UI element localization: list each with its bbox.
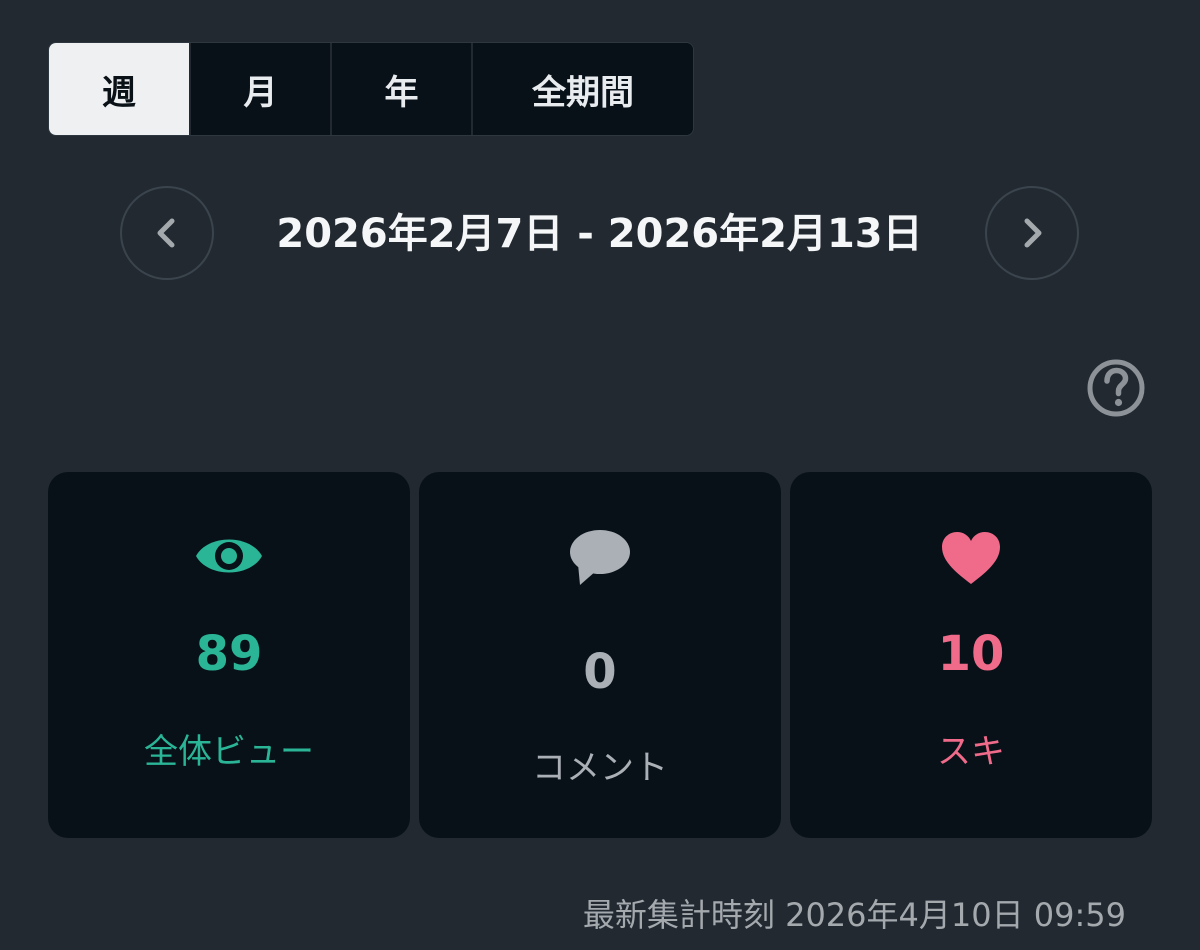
comment-bubble-icon [570,530,630,585]
period-tabs: 週 月 年 全期間 [48,42,694,136]
likes-label: スキ [937,732,1005,772]
next-period-button[interactable] [985,186,1079,280]
help-button[interactable] [1086,358,1146,418]
comments-card: 0 コメント [419,472,781,838]
previous-period-button[interactable] [120,186,214,280]
last-updated: 最新集計時刻 2026年4月10日 09:59 [583,890,1126,936]
comments-value: 0 [583,644,617,700]
question-circle-icon [1087,359,1145,417]
chevron-left-icon [157,218,175,248]
heart-icon [942,532,1000,584]
chevron-right-icon [1024,218,1042,248]
likes-card: 10 スキ [790,472,1152,838]
views-label: 全体ビュー [144,732,314,772]
last-updated-time: 2026年4月10日 09:59 [785,896,1126,934]
last-updated-label: 最新集計時刻 [582,896,775,934]
comments-label: コメント [532,748,668,788]
tab-year[interactable]: 年 [330,43,471,135]
views-value: 89 [195,626,263,682]
tab-week[interactable]: 週 [49,43,189,135]
tab-month[interactable]: 月 [189,43,330,135]
likes-value: 10 [937,626,1005,682]
eye-icon [196,539,262,573]
views-card: 89 全体ビュー [48,472,410,838]
tab-all-time[interactable]: 全期間 [471,43,693,135]
date-range-label: 2026年2月7日 - 2026年2月13日 [276,211,923,257]
